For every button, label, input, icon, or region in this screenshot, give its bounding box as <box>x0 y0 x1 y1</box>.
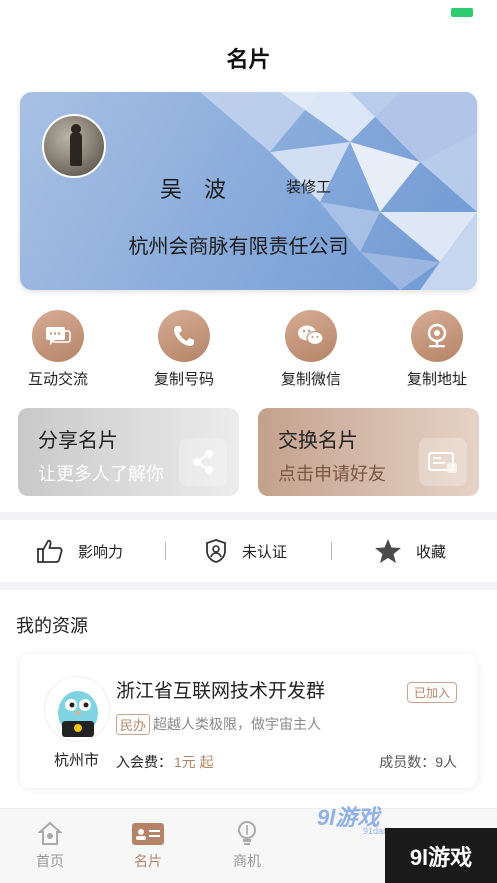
action-label: 复制微信 <box>280 371 341 388</box>
card-exchange-icon <box>419 438 467 486</box>
action-copy-address[interactable]: 复制地址 <box>389 310 485 389</box>
share-subtitle: 让更多人了解你 <box>38 464 164 484</box>
section-title: 我的资源 <box>16 616 88 636</box>
tab-label: 首页 <box>36 853 64 869</box>
page-title: 名片 <box>226 47 271 72</box>
card-name: 吴波 <box>160 177 249 202</box>
shield-user-icon <box>204 538 228 564</box>
group-city: 杭州市 <box>54 752 100 769</box>
battery-icon <box>451 8 473 17</box>
avatar <box>42 114 106 178</box>
action-label: 互动交流 <box>27 371 88 388</box>
tab-business[interactable]: 商机 <box>212 817 282 871</box>
group-logo <box>44 676 110 742</box>
group-name: 浙江省互联网技术开发群 <box>116 681 326 702</box>
card-icon <box>113 817 183 851</box>
share-icon <box>179 438 227 486</box>
phone-icon <box>158 310 210 362</box>
stat-label: 影响力 <box>78 543 124 561</box>
location-icon <box>411 310 463 362</box>
action-copy-wechat[interactable]: 复制微信 <box>263 310 359 389</box>
tab-home[interactable]: 首页 <box>15 817 85 871</box>
exchange-card-button[interactable]: 交换名片 点击申请好友 <box>258 408 479 496</box>
action-label: 复制号码 <box>153 371 214 388</box>
tab-card[interactable]: 名片 <box>113 817 183 871</box>
divider <box>0 512 497 520</box>
stat-influence[interactable]: 影响力 <box>36 524 123 578</box>
stat-label: 收藏 <box>416 543 447 561</box>
chat-icon <box>32 310 84 362</box>
action-label: 复制地址 <box>406 371 467 388</box>
lightbulb-icon <box>212 817 282 851</box>
tab-label: 名片 <box>134 853 162 869</box>
resource-item[interactable]: 杭州市 浙江省互联网技术开发群 已加入 民办 超越人类极限，做宇宙主人 入会费：… <box>20 654 477 788</box>
stat-favorites[interactable]: 收藏 <box>374 524 446 578</box>
action-copy-phone[interactable]: 复制号码 <box>136 310 232 389</box>
star-icon <box>374 538 402 564</box>
exchange-title: 交换名片 <box>278 430 358 452</box>
fee-value: 1元 起 <box>174 754 214 770</box>
share-title: 分享名片 <box>38 430 118 452</box>
separator <box>331 542 332 560</box>
wechat-icon <box>285 310 337 362</box>
watermark-brand-box: 9l游戏 <box>385 828 497 883</box>
quick-actions: 互动交流 复制号码 复制微信 复制地址 <box>0 310 497 390</box>
home-icon <box>15 817 85 851</box>
status-bar <box>0 0 497 30</box>
exchange-subtitle: 点击申请好友 <box>278 464 386 484</box>
card-job-title: 装修工 <box>286 179 332 196</box>
thumbs-up-icon <box>36 538 64 564</box>
stat-label: 未认证 <box>242 543 288 561</box>
group-type-tag: 民办 <box>116 714 151 735</box>
business-card[interactable]: 吴波 装修工 杭州会商脉有限责任公司 <box>20 92 477 290</box>
member-count: 成员数：9人 <box>379 754 457 770</box>
status-badge: 已加入 <box>406 682 457 703</box>
tab-label: 商机 <box>233 853 261 869</box>
watermark: 9l游戏 91danji.com 9l游戏 <box>297 800 497 883</box>
share-card-button[interactable]: 分享名片 让更多人了解你 <box>18 408 239 496</box>
group-description: 超越人类极限，做宇宙主人 <box>153 716 321 732</box>
fee-label: 入会费： <box>116 754 172 770</box>
card-company: 杭州会商脉有限责任公司 <box>128 236 349 258</box>
separator <box>165 542 166 560</box>
action-chat[interactable]: 互动交流 <box>10 310 106 389</box>
stats-bar: 影响力 未认证 收藏 <box>0 524 497 578</box>
stat-verification[interactable]: 未认证 <box>204 524 287 578</box>
divider <box>0 582 497 590</box>
